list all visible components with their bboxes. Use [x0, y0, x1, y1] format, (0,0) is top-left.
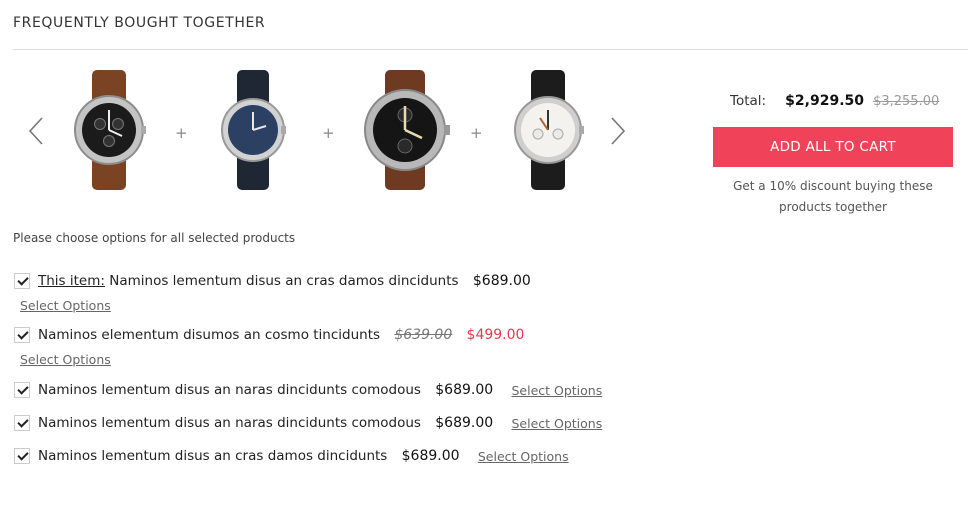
item-price: $689.00	[435, 415, 494, 431]
plus-sign: +	[470, 124, 483, 142]
plus-sign: +	[175, 124, 188, 142]
black-dial-watch-brown-strap-icon	[364, 70, 450, 190]
list-item: Naminos lementum disus an naras dincidun…	[14, 415, 602, 431]
select-options-link[interactable]: Select Options	[511, 383, 602, 398]
total-row: Total: $2,929.50 $3,255.00	[730, 90, 939, 109]
chevron-left-icon	[28, 117, 43, 145]
item-checkbox[interactable]	[14, 382, 30, 398]
title-divider	[13, 49, 968, 50]
carousel-prev-button[interactable]	[22, 116, 50, 146]
list-item: Naminos lementum disus an cras damos din…	[14, 448, 569, 464]
item-price: $689.00	[472, 273, 531, 289]
plus-sign: +	[322, 124, 335, 142]
select-options-link[interactable]: Select Options	[20, 352, 111, 367]
list-item: This item: Naminos lementum disus an cra…	[14, 273, 531, 289]
navy-dial-watch-icon	[221, 70, 286, 190]
total-price: $2,929.50	[785, 93, 864, 109]
item-checkbox[interactable]	[14, 273, 30, 289]
product-image-3[interactable]	[360, 68, 450, 192]
discount-note: Get a 10% discount buying these products…	[733, 179, 933, 214]
item-checkbox[interactable]	[14, 448, 30, 464]
item-checkbox[interactable]	[14, 327, 30, 343]
section-title: FREQUENTLY BOUGHT TOGETHER	[13, 15, 266, 31]
list-item: Naminos lementum disus an naras dincidun…	[14, 382, 602, 398]
product-image-4[interactable]	[512, 68, 584, 192]
item-price: $689.00	[435, 382, 494, 398]
item-old-price: $639.00	[394, 327, 453, 343]
choose-options-note: Please choose options for all selected p…	[13, 231, 296, 245]
chronograph-watch-brown-strap-icon	[74, 70, 146, 190]
product-image-1[interactable]	[72, 68, 146, 192]
select-options-link[interactable]: Select Options	[20, 298, 111, 313]
chevron-right-icon	[611, 117, 626, 145]
item-name[interactable]: Naminos lementum disus an naras dincidun…	[38, 415, 421, 431]
item-sale-price: $499.00	[466, 327, 525, 343]
list-item: Naminos elementum disumos an cosmo tinci…	[14, 327, 524, 343]
add-all-to-cart-button[interactable]: ADD ALL TO CART	[713, 127, 953, 167]
item-name[interactable]: Naminos elementum disumos an cosmo tinci…	[38, 327, 380, 343]
carousel-next-button[interactable]	[604, 116, 632, 146]
item-price: $689.00	[401, 448, 460, 464]
select-options-link[interactable]: Select Options	[511, 416, 602, 431]
product-image-2[interactable]	[220, 68, 286, 192]
item-name[interactable]: Naminos lementum disus an cras damos din…	[109, 273, 458, 289]
item-name[interactable]: Naminos lementum disus an naras dincidun…	[38, 382, 421, 398]
this-item-label: This item:	[38, 273, 105, 289]
item-checkbox[interactable]	[14, 415, 30, 431]
total-old-price: $3,255.00	[873, 94, 940, 109]
select-options-link[interactable]: Select Options	[478, 449, 569, 464]
total-label: Total:	[730, 93, 767, 109]
white-dial-watch-icon	[514, 70, 584, 190]
item-name[interactable]: Naminos lementum disus an cras damos din…	[38, 448, 387, 464]
